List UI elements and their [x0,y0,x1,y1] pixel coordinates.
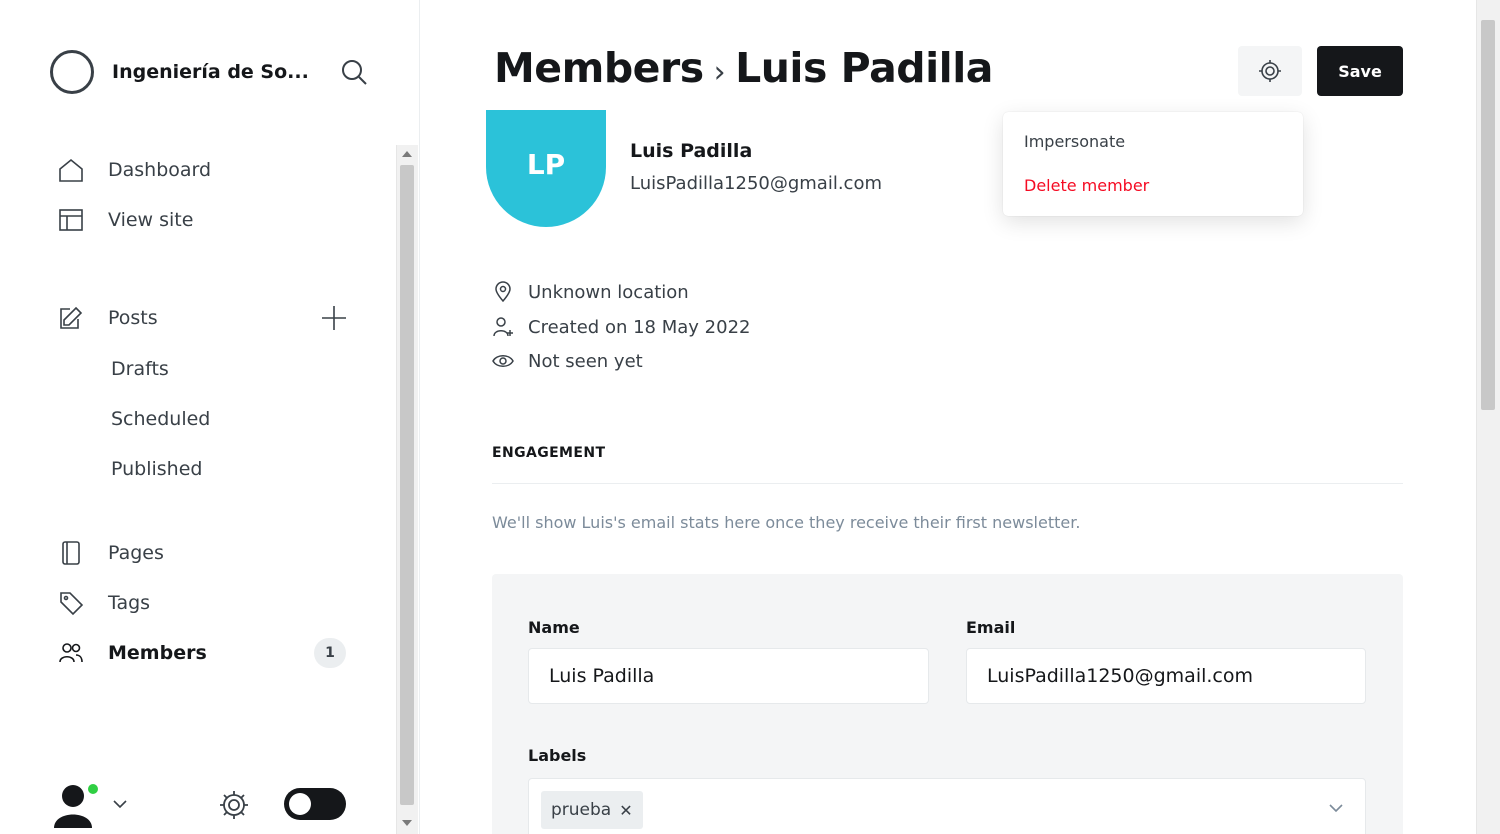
member-actions-dropdown: Impersonate Delete member [1003,112,1303,216]
sidebar-item-drafts[interactable]: Drafts [111,354,401,384]
sidebar-item-label: Dashboard [108,159,212,181]
sidebar-item-tags[interactable]: Tags [58,588,348,618]
chevron-down-icon[interactable] [112,796,128,812]
sidebar-item-dashboard[interactable]: Dashboard [58,155,348,185]
gear-icon [1259,60,1281,82]
sidebar-item-label: Published [111,458,203,480]
tag-icon [60,592,84,616]
scroll-up-arrow[interactable] [402,151,412,157]
sidebar-item-view-site[interactable]: View site [58,205,348,235]
breadcrumb-current: Luis Padilla [735,44,993,92]
sidebar-item-label: Drafts [111,358,169,380]
engagement-heading: ENGAGEMENT [492,445,606,461]
last-seen-text: Not seen yet [528,350,643,372]
scroll-down-arrow[interactable] [402,820,412,826]
name-field[interactable]: Luis Padilla [528,648,929,704]
dark-mode-toggle[interactable] [284,788,346,820]
main-content: Members › Luis Padilla Save Impersonate De… [420,0,1478,834]
sidebar-item-published[interactable]: Published [111,454,401,484]
member-location: Unknown location [492,281,689,303]
delete-member-menu-item[interactable]: Delete member [1024,176,1149,195]
page-title: Members › Luis Padilla [494,44,993,92]
site-name: Ingeniería de So... [112,61,309,83]
sidebar-item-label: Scheduled [111,408,211,430]
member-actions-button[interactable] [1238,46,1302,96]
section-divider [492,483,1403,484]
created-text: Created on 18 May 2022 [528,316,751,338]
label-tag[interactable]: prueba ✕ [541,791,643,829]
eye-icon [492,355,514,367]
sidebar-scrollbar[interactable] [396,145,418,834]
email-label: Email [966,618,1016,637]
sidebar-item-label: Tags [108,592,151,614]
location-text: Unknown location [528,281,689,303]
email-field[interactable]: LuisPadilla1250@gmail.com [966,648,1366,704]
labels-label: Labels [528,746,587,765]
breadcrumb-separator: › [713,55,726,90]
chevron-down-icon[interactable] [1327,799,1345,817]
member-name: Luis Padilla [630,140,753,162]
sidebar-scroll-thumb[interactable] [400,165,414,805]
name-label: Name [528,618,580,637]
page-scrollbar[interactable] [1476,0,1500,834]
add-post-icon[interactable] [320,304,348,332]
pages-icon [62,541,80,565]
site-logo [50,50,94,94]
sidebar-item-members[interactable]: Members 1 [58,638,348,668]
user-add-icon [493,317,513,337]
toggle-knob [289,793,311,815]
member-initials: LP [526,148,566,181]
labels-select[interactable]: prueba ✕ [528,778,1366,834]
edit-icon [60,306,83,329]
online-status-dot [86,782,100,796]
site-brand[interactable]: Ingeniería de So... [50,50,309,94]
sidebar-item-pages[interactable]: Pages [58,538,348,568]
member-form-panel: Name Luis Padilla Email LuisPadilla1250@… [492,574,1403,834]
breadcrumb-parent[interactable]: Members [494,44,704,92]
sidebar-item-scheduled[interactable]: Scheduled [111,404,401,434]
search-icon[interactable] [340,58,368,86]
page-scroll-thumb[interactable] [1481,20,1495,410]
layout-icon [59,209,83,231]
label-tag-text: prueba [551,800,612,820]
sidebar-item-label: View site [108,209,194,231]
member-email: LuisPadilla1250@gmail.com [630,173,882,194]
member-last-seen: Not seen yet [492,350,643,372]
member-avatar: LP [486,110,606,227]
sidebar: Ingeniería de So... Dashboard View site … [0,0,420,834]
home-icon [59,158,83,182]
member-created: Created on 18 May 2022 [492,316,750,338]
location-pin-icon [495,281,511,303]
impersonate-menu-item[interactable]: Impersonate [1024,132,1125,151]
members-icon [59,643,83,663]
sidebar-footer [52,780,352,830]
save-button[interactable]: Save [1317,46,1403,96]
members-count-badge: 1 [314,638,346,668]
remove-label-icon[interactable]: ✕ [619,801,632,820]
engagement-note: We'll show Luis's email stats here once … [492,513,1081,532]
settings-gear-icon[interactable] [217,788,251,822]
sidebar-item-label: Members [108,642,207,664]
sidebar-item-label: Pages [108,542,164,564]
sidebar-item-posts[interactable]: Posts [58,303,348,333]
sidebar-item-label: Posts [108,307,158,329]
